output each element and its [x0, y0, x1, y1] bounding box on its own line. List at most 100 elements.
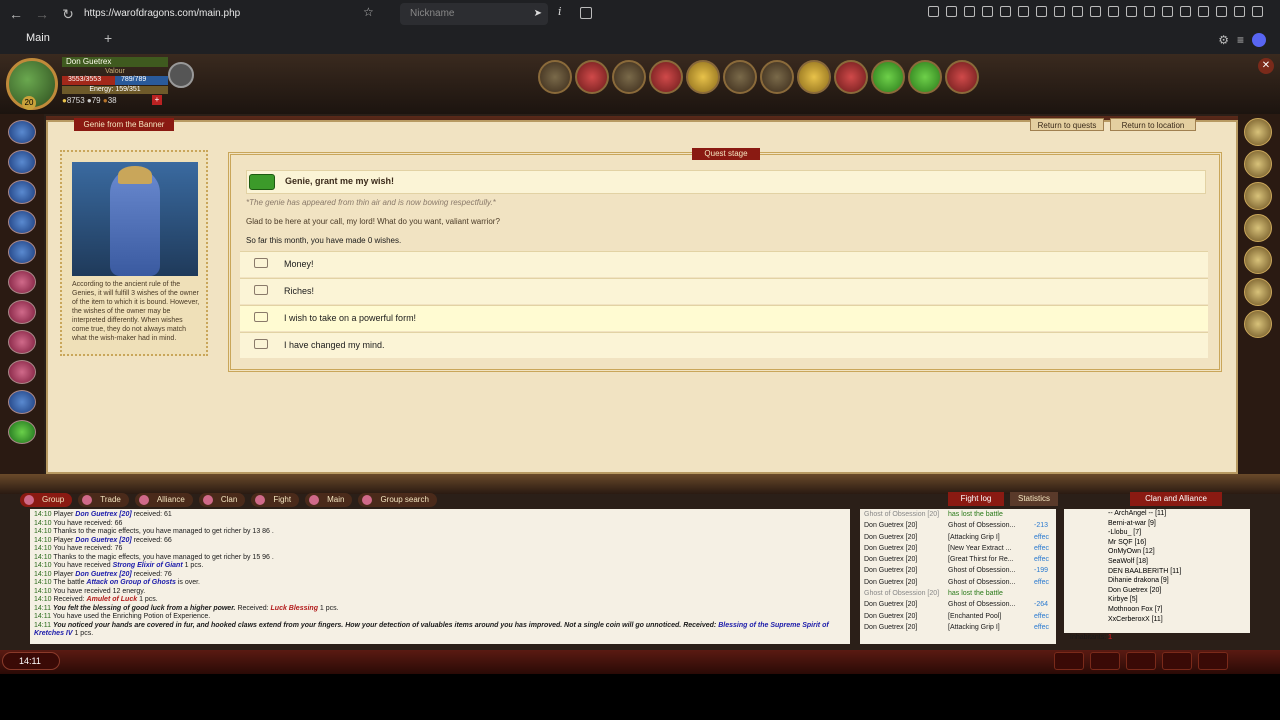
cross-icon[interactable]: [1090, 652, 1120, 670]
address-bar[interactable]: https://warofdragons.com/main.php: [76, 4, 386, 24]
bookmark-star-icon[interactable]: ☆: [363, 5, 374, 19]
inhabitants-list[interactable]: -- ArchAngel -- [11] Berni-at-war [9] -Llo…: [1064, 509, 1250, 633]
refresh-icon[interactable]: [1054, 652, 1084, 670]
extension-icon[interactable]: [1216, 6, 1227, 17]
fight-log[interactable]: Ghost of Obsession [20] has lost the batt…: [860, 509, 1056, 644]
effect-icon[interactable]: [8, 210, 36, 234]
effect-icon[interactable]: [8, 240, 36, 264]
return-to-location-button[interactable]: Return to location: [1110, 118, 1196, 131]
extension-icon[interactable]: [928, 6, 939, 17]
bronze-value: 38: [107, 96, 117, 105]
help-icon[interactable]: [908, 60, 942, 94]
extension-icon[interactable]: [1090, 6, 1101, 17]
effect-icon[interactable]: [8, 390, 36, 414]
clan-icon[interactable]: [686, 60, 720, 94]
info-icon[interactable]: i: [558, 5, 562, 18]
people-icon[interactable]: [1162, 652, 1192, 670]
chat-log[interactable]: 14:10 Player Don Guetrex [20] received: …: [30, 509, 850, 644]
extension-icon[interactable]: [1018, 6, 1029, 17]
dialogue-icon: [254, 339, 268, 349]
tab-group-search[interactable]: Group search: [358, 493, 437, 507]
extension-icon[interactable]: [946, 6, 957, 17]
menu-icon[interactable]: ≡: [1237, 33, 1244, 47]
option-changed-mind[interactable]: I have changed my mind.: [240, 332, 1208, 358]
option-money[interactable]: Money!: [240, 251, 1208, 277]
effect-icon[interactable]: [8, 300, 36, 324]
extension-icon[interactable]: [1126, 6, 1137, 17]
extension-icon[interactable]: [1000, 6, 1011, 17]
back-icon[interactable]: ←: [6, 4, 26, 24]
tab-main[interactable]: Main: [26, 32, 50, 44]
forward-icon[interactable]: →: [32, 4, 52, 24]
extension-icon[interactable]: [982, 6, 993, 17]
menu-round-icon[interactable]: [1244, 182, 1272, 210]
send-icon[interactable]: ➤: [534, 3, 542, 25]
warrior-icon[interactable]: [612, 60, 646, 94]
menu-round-icon[interactable]: [1244, 246, 1272, 274]
extension-icon[interactable]: [1036, 6, 1047, 17]
player-name[interactable]: Don Guetrex: [62, 57, 168, 67]
new-tab-icon[interactable]: +: [104, 30, 112, 46]
effect-icon[interactable]: [8, 180, 36, 204]
quests-icon[interactable]: [945, 60, 979, 94]
extension-icon[interactable]: [1054, 6, 1065, 17]
extension-icon[interactable]: [1234, 6, 1245, 17]
extension-icon[interactable]: [1252, 6, 1263, 17]
nickname-input[interactable]: Nickname ➤: [400, 3, 548, 25]
menu-round-icon[interactable]: [1244, 150, 1272, 178]
extension-icon[interactable]: [1180, 6, 1191, 17]
beast-icon[interactable]: [575, 60, 609, 94]
tab-trade[interactable]: Trade: [78, 493, 129, 507]
gauge-icon[interactable]: [168, 62, 194, 88]
tab-group[interactable]: Group: [20, 493, 73, 507]
extension-icon[interactable]: [1198, 6, 1209, 17]
extension-icon[interactable]: [1144, 6, 1155, 17]
boot-icon[interactable]: [1126, 652, 1156, 670]
chat-time: 14:10: [34, 536, 54, 544]
menu-round-icon[interactable]: [1244, 278, 1272, 306]
arena-icon[interactable]: [834, 60, 868, 94]
scroll-icon[interactable]: [760, 60, 794, 94]
option-powerful-form[interactable]: I wish to take on a powerful form!: [240, 305, 1208, 331]
statistics-tab[interactable]: Statistics: [1010, 492, 1058, 506]
effect-icon[interactable]: [8, 360, 36, 384]
option-riches[interactable]: Riches!: [240, 278, 1208, 304]
castle-icon[interactable]: [723, 60, 757, 94]
hammer-icon[interactable]: [871, 60, 905, 94]
extension-icon[interactable]: [964, 6, 975, 17]
browser-toolbar: ← → ↻ https://warofdragons.com/main.php …: [0, 0, 1280, 28]
extension-icon[interactable]: [1162, 6, 1173, 17]
fight-log-tab[interactable]: Fight log: [948, 492, 1004, 506]
menu-round-icon[interactable]: [1244, 118, 1272, 146]
feedback-icon[interactable]: [580, 7, 592, 19]
add-currency-button[interactable]: +: [152, 95, 162, 105]
menu-round-icon[interactable]: [1244, 310, 1272, 338]
extension-icon[interactable]: [1108, 6, 1119, 17]
close-icon[interactable]: ✕: [1258, 58, 1274, 74]
reload-icon[interactable]: ↻: [58, 4, 78, 24]
inhabitant-name: Berni-at-war [9]: [1108, 519, 1156, 527]
tab-main[interactable]: Main: [305, 493, 353, 507]
menu-round-icon[interactable]: [1244, 214, 1272, 242]
character-icon[interactable]: [538, 60, 572, 94]
chat-time: 14:10: [34, 570, 54, 578]
reload-chat-icon[interactable]: [1198, 652, 1228, 670]
effect-icon[interactable]: [8, 120, 36, 144]
clan-alliance-tab[interactable]: Clan and Alliance: [1130, 492, 1222, 506]
effect-icon[interactable]: [8, 150, 36, 174]
shop-icon[interactable]: [797, 60, 831, 94]
effect-icon[interactable]: [8, 420, 36, 444]
discord-icon[interactable]: [1252, 33, 1266, 47]
chat-tabs: Group Trade Alliance Clan Fight Main Gro…: [20, 492, 850, 508]
return-to-quests-button[interactable]: Return to quests: [1030, 118, 1104, 131]
mage-icon[interactable]: [649, 60, 683, 94]
bottom-separator: [0, 474, 1280, 494]
extension-icon[interactable]: [1072, 6, 1083, 17]
effect-icon[interactable]: [8, 270, 36, 294]
settings-gear-icon[interactable]: ⚙: [1218, 33, 1229, 47]
tab-alliance[interactable]: Alliance: [134, 493, 193, 507]
tab-fight[interactable]: Fight: [251, 493, 300, 507]
effect-icon[interactable]: [8, 330, 36, 354]
fight-action: [Enchanted Pool]: [948, 612, 1002, 620]
tab-clan[interactable]: Clan: [198, 493, 246, 507]
